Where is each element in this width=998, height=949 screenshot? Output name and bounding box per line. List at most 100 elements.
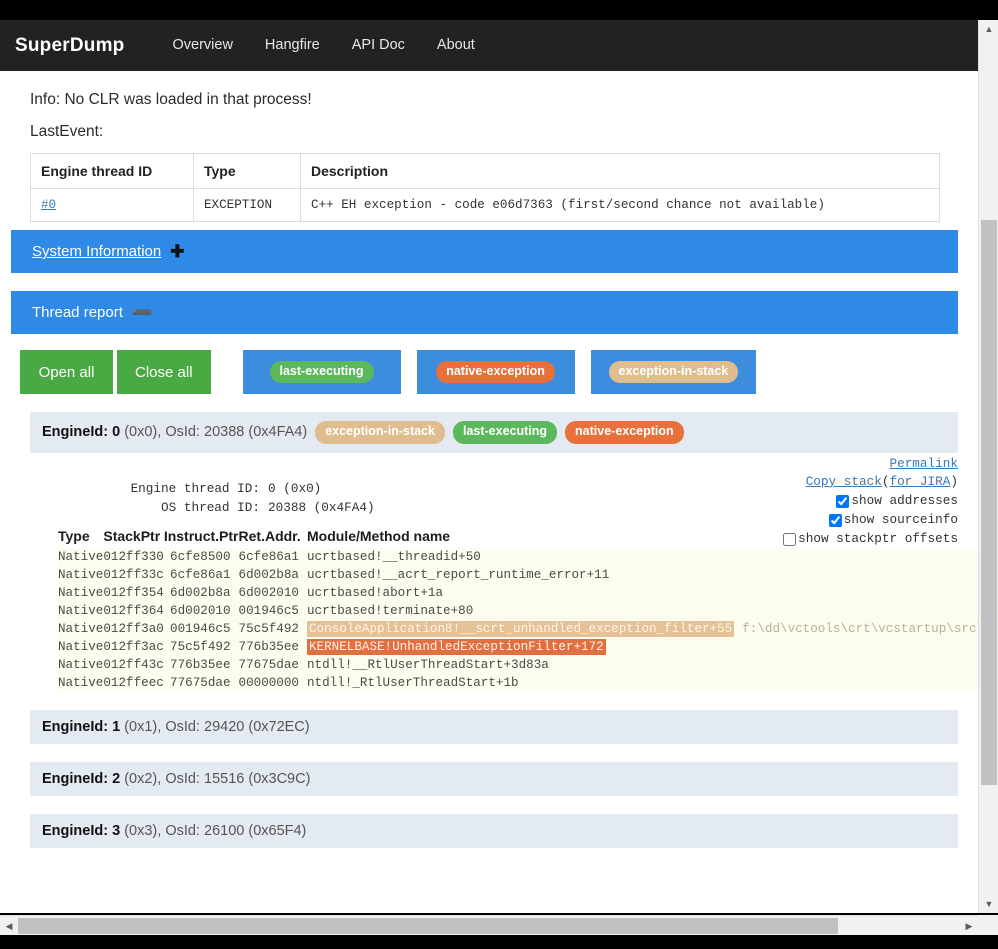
thread-0-os-label: OsId: — [165, 424, 200, 441]
thread-header-1[interactable]: EngineId: 1 (0x1), OsId: 29420 (0x72EC) — [30, 710, 958, 744]
stack-module: ntdll!__RtlUserThreadStart+3d83a — [306, 658, 549, 672]
thread-0-tag-last-executing: last-executing — [452, 421, 558, 444]
panel-gap — [0, 273, 978, 291]
td-description: C++ EH exception - code e06d7363 (first/… — [300, 188, 940, 222]
stack-retaddr: 6cfe86a1 — [238, 550, 299, 564]
stack-type: Native — [58, 550, 104, 564]
thread-3-label: EngineId: — [42, 823, 109, 839]
stack-module-cell: KERNELBASE!UnhandledExceptionFilter+172 — [306, 638, 978, 656]
system-information-header[interactable]: System Information ✚ — [10, 230, 958, 273]
permalink-link[interactable]: Permalink — [889, 456, 958, 471]
stack-module-highlighted: KERNELBASE!UnhandledExceptionFilter+172 — [306, 639, 606, 655]
scroll-down-arrow-icon[interactable]: ▼ — [979, 895, 998, 913]
clr-notice: Info: No CLR was loaded in that process! — [30, 91, 312, 108]
open-all-button[interactable]: Open all — [20, 350, 113, 394]
table-header-row: Engine thread ID Type Description — [30, 153, 940, 189]
stack-instructptr: 6cfe86a1 — [170, 568, 231, 582]
th-type: Type — [193, 153, 301, 189]
copy-stack-link[interactable]: Copy stack — [806, 474, 882, 489]
table-row: Native 012ff364 6d002010 001946c5 ucrtba… — [58, 602, 978, 620]
stack-module-cell: ntdll!_RtlUserThreadStart+1b — [307, 674, 978, 692]
th-stack-type: Type — [58, 528, 104, 548]
stack-module: ucrtbased!__threadid+50 — [306, 550, 481, 564]
thread-toolbar: Open all Close all last-executing native… — [0, 350, 978, 394]
scrollbar-corner — [978, 915, 998, 935]
thread-header-2[interactable]: EngineId: 2 (0x2), OsId: 15516 (0x3C9C) — [30, 762, 958, 796]
copy-stack-for-jira-link[interactable]: for JIRA — [889, 474, 950, 489]
top-black-bar — [0, 0, 998, 20]
engine-thread-id-value: 0 (0x0) — [268, 480, 322, 496]
thread-link-0[interactable]: #0 — [41, 198, 56, 212]
stack-sourceinfo: f:\dd\vctools\crt\vcstartup\src\utility — [742, 622, 978, 636]
stack-module: ucrtbased!__acrt_report_runtime_error+11 — [306, 568, 610, 582]
system-information-title[interactable]: System Information — [32, 243, 161, 260]
nav-link-api-doc[interactable]: API Doc — [336, 20, 421, 71]
stack-retaddr: 75c5f492 — [238, 622, 299, 636]
stack-table-body: Native 012ff330 6cfe8500 6cfe86a1 ucrtba… — [58, 548, 978, 692]
td-engine-thread-id: #0 — [30, 188, 194, 222]
table-row: Native 012ff3a0 001946c5 75c5f492 Consol… — [58, 620, 978, 638]
thread-0-summary: EngineId: 0 (0x0), OsId: 20388 (0x4FA4) — [42, 424, 307, 440]
show-addresses-checkbox[interactable] — [836, 494, 850, 508]
show-addresses-label: show addresses — [851, 492, 958, 508]
system-information-panel: System Information ✚ — [10, 230, 958, 273]
stack-module-highlighted: ConsoleApplication8!__scrt_unhandled_exc… — [306, 621, 735, 637]
stack-retaddr: 00000000 — [238, 676, 299, 690]
show-sourceinfo-label: show sourceinfo — [843, 512, 958, 528]
horizontal-scrollbar[interactable]: ◀ ▶ — [0, 915, 998, 935]
thread-0-engine-id: 0 — [112, 424, 121, 441]
nav-link-about[interactable]: About — [421, 20, 491, 71]
thread-report-header[interactable]: Thread report ➖ — [10, 291, 958, 334]
lastevent-label: LastEvent: — [30, 123, 104, 140]
filter-last-executing-button[interactable]: last-executing — [242, 350, 401, 394]
stack-type: Native — [58, 640, 104, 654]
stack-module-cell: ucrtbased!__acrt_report_runtime_error+11 — [307, 566, 978, 584]
thread-2-summary: EngineId: 2 (0x2), OsId: 15516 (0x3C9C) — [42, 771, 310, 787]
th-engine-thread-id: Engine thread ID — [30, 153, 194, 189]
vertical-scrollbar-thumb[interactable] — [981, 220, 997, 785]
scroll-right-arrow-icon[interactable]: ▶ — [960, 916, 978, 936]
stack-stackptr: 012ff364 — [103, 604, 164, 618]
thread-0-tag-native-exception: native-exception — [565, 421, 684, 444]
screen-root: SuperDump Overview Hangfire API Doc Abou… — [0, 0, 998, 949]
lastevent-table: Engine thread ID Type Description #0 EXC… — [30, 153, 940, 222]
stack-instructptr: 6d002010 — [170, 604, 231, 618]
thread-1-os-hex: (0x72EC) — [248, 719, 310, 735]
thread-0-os-hex: (0x4FA4) — [248, 424, 308, 441]
stack-module-cell: ucrtbased!terminate+80 — [307, 602, 978, 620]
show-sourceinfo-checkbox[interactable] — [828, 513, 842, 527]
minus-icon[interactable]: ➖ — [132, 304, 153, 321]
th-stack-instructptr: Instruct.Ptr — [163, 528, 239, 548]
stack-type: Native — [58, 622, 104, 636]
table-row: #0 EXCEPTION C++ EH exception - code e06… — [30, 188, 940, 222]
nav-link-hangfire[interactable]: Hangfire — [249, 20, 336, 71]
show-stackptr-offsets-checkbox[interactable] — [783, 532, 797, 546]
thread-0-engine-hex: (0x0), — [124, 424, 162, 441]
info-section: Info: No CLR was loaded in that process!… — [0, 71, 978, 222]
scroll-left-arrow-icon[interactable]: ◀ — [0, 916, 18, 936]
nav-link-overview[interactable]: Overview — [156, 20, 248, 71]
stack-stackptr: 012ff33c — [103, 568, 164, 582]
thread-2-os-hex: (0x3C9C) — [248, 771, 311, 787]
close-all-button[interactable]: Close all — [117, 350, 211, 394]
thread-header-0[interactable]: EngineId: 0 (0x0), OsId: 20388 (0x4FA4) … — [30, 412, 958, 453]
filter-exception-in-stack-button[interactable]: exception-in-stack — [590, 350, 757, 394]
horizontal-scrollbar-thumb[interactable] — [18, 918, 838, 934]
stack-module: ucrtbased!terminate+80 — [306, 604, 474, 618]
scroll-up-arrow-icon[interactable]: ▲ — [979, 20, 998, 38]
thread-report-title[interactable]: Thread report — [32, 304, 123, 321]
vertical-scrollbar[interactable]: ▲ ▼ — [978, 20, 998, 913]
os-thread-id-value: 20388 (0x4FA4) — [268, 500, 375, 516]
thread-1-engine-id: 1 — [112, 719, 121, 735]
td-type: EXCEPTION — [193, 188, 301, 222]
thread-header-3[interactable]: EngineId: 3 (0x3), OsId: 26100 (0x65F4) — [30, 814, 958, 848]
thread-1-engine-hex: (0x1), — [124, 719, 162, 735]
stack-retaddr: 6d002010 — [238, 586, 299, 600]
filter-native-exception-button[interactable]: native-exception — [416, 350, 575, 394]
plus-icon[interactable]: ✚ — [170, 243, 184, 260]
brand-superdump[interactable]: SuperDump — [15, 35, 138, 57]
thread-1-label: EngineId: — [42, 719, 109, 735]
stack-type: Native — [58, 604, 104, 618]
thread-1-summary: EngineId: 1 (0x1), OsId: 29420 (0x72EC) — [42, 719, 310, 735]
